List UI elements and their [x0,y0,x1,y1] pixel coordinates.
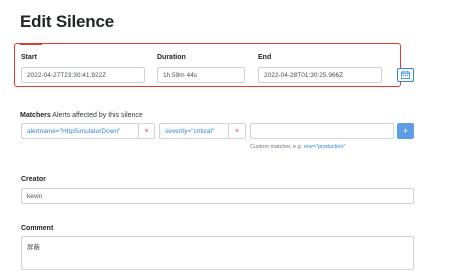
start-input[interactable]: 2022-04-27T23:30:41.922Z [21,67,145,83]
hint-text: Custom matcher, e.g. [250,144,303,150]
end-label: End [258,54,272,61]
page-title: Edit Silence [20,12,114,31]
creator-input[interactable]: kevin [21,188,414,204]
creator-label: Creator [21,176,46,183]
matchers-label: Matchers [20,112,51,119]
duration-input[interactable]: 1h 59m 44s [157,67,245,83]
remove-matcher-button[interactable]: × [229,123,246,139]
calendar-icon [401,71,410,79]
new-matcher-input[interactable] [250,123,394,139]
add-matcher-button[interactable]: + [397,123,414,139]
remove-matcher-button[interactable]: × [139,123,155,139]
duration-label: Duration [157,54,186,61]
matchers-header: Matchers Alerts affected by this silence [20,112,143,119]
comment-textarea[interactable]: 屏蔽 [21,236,414,270]
end-input[interactable]: 2022-04-28T01:30:25.966Z [258,67,382,83]
highlight-accent [20,43,42,45]
matchers-description: Alerts affected by this silence [52,112,143,119]
matcher-chip-severity[interactable]: severity="critical" [159,123,229,139]
matcher-hint: Custom matcher, e.g. env="production" [250,144,345,150]
calendar-button[interactable] [397,68,414,82]
comment-label: Comment [21,225,54,232]
matcher-chip-alertname[interactable]: alertname="HttpSimulatorDown" [21,123,139,139]
hint-example: env="production" [303,144,346,150]
start-label: Start [21,54,37,61]
